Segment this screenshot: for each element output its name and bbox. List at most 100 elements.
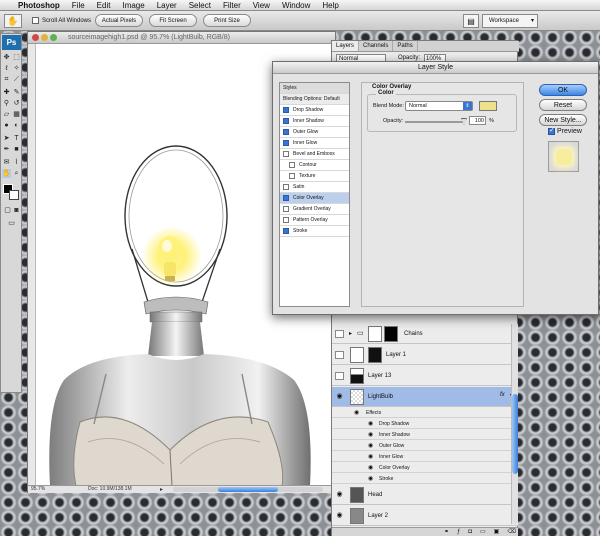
brush-tool-icon[interactable]: ✎ (12, 88, 21, 97)
gradient-tool-icon[interactable]: ▦ (12, 110, 21, 119)
eye-icon[interactable]: ◉ (368, 464, 373, 471)
hand-tool-preset-icon[interactable]: ✋ (4, 14, 22, 28)
style-item-inner-glow[interactable]: Inner Glow (280, 138, 349, 149)
checkbox[interactable] (283, 151, 289, 157)
zoom-tool-icon[interactable]: ⌕ (12, 169, 21, 178)
eyedropper-tool-icon[interactable]: ⌇ (12, 158, 21, 167)
workspace-button[interactable]: Workspace ▾ (482, 14, 538, 28)
layers-scrollbar[interactable] (511, 324, 518, 524)
horizontal-scrollbar[interactable] (173, 487, 323, 492)
eraser-tool-icon[interactable]: ▱ (2, 110, 11, 119)
menu-image[interactable]: Image (122, 1, 144, 10)
lasso-tool-icon[interactable]: ℓ (2, 64, 11, 73)
effect-row-color-overlay[interactable]: ◉ Color Overlay (332, 463, 518, 473)
checkbox-checked[interactable] (283, 228, 289, 234)
style-item-gradient-overlay[interactable]: Gradient Overlay (280, 204, 349, 215)
styles-header[interactable]: Styles (280, 83, 349, 94)
scroll-all-windows-checkbox[interactable] (32, 17, 39, 24)
opacity-input[interactable]: 100 (469, 116, 486, 125)
style-item-color-overlay[interactable]: Color Overlay (280, 193, 349, 204)
zoom-level[interactable]: 95.7% (31, 486, 45, 492)
eye-icon[interactable]: ◉ (354, 409, 359, 416)
menu-filter[interactable]: Filter (223, 1, 241, 10)
style-item-inner-shadow[interactable]: Inner Shadow (280, 116, 349, 127)
layers-scroll-thumb[interactable] (512, 394, 518, 474)
style-item-satin[interactable]: Satin (280, 182, 349, 193)
menu-app-name[interactable]: Photoshop (18, 1, 60, 10)
effect-row-inner-shadow[interactable]: ◉ Inner Shadow (332, 430, 518, 440)
eye-icon[interactable]: ◉ (368, 453, 373, 460)
layer-row-layer-2[interactable]: ◉ Layer 2 (332, 506, 518, 526)
new-style-button[interactable]: New Style... (539, 114, 587, 126)
visibility-toggle[interactable] (335, 329, 344, 338)
history-brush-tool-icon[interactable]: ↺ (12, 99, 21, 108)
checkbox[interactable] (289, 162, 295, 168)
pen-tool-icon[interactable]: ✒ (2, 145, 11, 154)
checkbox[interactable] (283, 217, 289, 223)
add-mask-icon[interactable]: ◘ (468, 528, 472, 536)
layer-row-layer-1[interactable]: Layer 1 (332, 345, 518, 365)
magic-wand-tool-icon[interactable]: ✧ (12, 64, 21, 73)
new-folder-icon[interactable]: ▭ (480, 528, 486, 536)
shape-tool-icon[interactable]: ■ (12, 145, 21, 154)
marquee-tool-icon[interactable]: ⬚ (12, 53, 21, 62)
opacity-slider-thumb[interactable] (461, 118, 467, 125)
menu-view[interactable]: View (253, 1, 270, 10)
style-item-drop-shadow[interactable]: Drop Shadow (280, 105, 349, 116)
ok-button[interactable]: OK (539, 84, 587, 96)
dock-icon[interactable]: ▤ (463, 14, 479, 28)
slice-tool-icon[interactable]: ⟋ (12, 75, 21, 84)
checkbox-checked[interactable] (283, 140, 289, 146)
reset-button[interactable]: Reset (539, 99, 587, 111)
menu-file[interactable]: File (72, 1, 85, 10)
eye-icon[interactable]: ◉ (335, 512, 344, 520)
trash-icon[interactable]: ⌫ (507, 528, 515, 536)
add-style-icon[interactable]: ƒ (457, 528, 460, 536)
eye-icon[interactable]: ◉ (368, 420, 373, 427)
status-arrow-icon[interactable]: ▸ (160, 486, 163, 493)
style-item-stroke[interactable]: Stroke (280, 226, 349, 237)
checkbox-checked[interactable] (283, 195, 289, 201)
tab-channels[interactable]: Channels (359, 41, 394, 51)
clone-stamp-tool-icon[interactable]: ⚲ (2, 99, 11, 108)
overlay-color-swatch[interactable] (479, 101, 497, 111)
checkbox[interactable] (283, 206, 289, 212)
checkbox-checked[interactable] (283, 118, 289, 124)
style-item-texture[interactable]: Texture (280, 171, 349, 182)
preview-checkbox[interactable] (548, 126, 555, 135)
blend-mode-select[interactable]: Normal ⇕ (405, 101, 473, 111)
style-item-pattern-overlay[interactable]: Pattern Overlay (280, 215, 349, 226)
layer-row-chains[interactable]: ▸ ▭ Chains (332, 324, 518, 344)
standard-mode-icon[interactable]: ▢ (3, 206, 12, 215)
layer-row-layer-13[interactable]: Layer 13 (332, 366, 518, 386)
effect-row-drop-shadow[interactable]: ◉ Drop Shadow (332, 419, 518, 429)
print-size-button[interactable]: Print Size (203, 14, 251, 27)
layer-row-head[interactable]: ◉ Head (332, 485, 518, 505)
fx-badge[interactable]: fx (500, 392, 505, 398)
eye-icon[interactable]: ◉ (335, 393, 344, 401)
fit-screen-button[interactable]: Fit Screen (149, 14, 197, 27)
menu-window[interactable]: Window (282, 1, 310, 10)
move-tool-icon[interactable]: ✥ (2, 53, 11, 62)
screen-mode-icon[interactable]: ▭ (7, 219, 16, 228)
type-tool-icon[interactable]: T (12, 134, 21, 143)
horizontal-scroll-thumb[interactable] (218, 487, 278, 492)
crop-tool-icon[interactable]: ⌗ (2, 75, 11, 84)
visibility-toggle[interactable] (335, 350, 344, 359)
menu-layer[interactable]: Layer (157, 1, 177, 10)
eye-icon[interactable]: ◉ (368, 475, 373, 482)
path-selection-tool-icon[interactable]: ➤ (2, 134, 11, 143)
dodge-tool-icon[interactable]: ◐ (12, 121, 21, 130)
style-item-outer-glow[interactable]: Outer Glow (280, 127, 349, 138)
actual-pixels-button[interactable]: Actual Pixels (95, 14, 143, 27)
background-color-swatch[interactable] (9, 190, 19, 200)
effect-row-outer-glow[interactable]: ◉ Outer Glow (332, 441, 518, 451)
eye-icon[interactable]: ◉ (335, 491, 344, 499)
visibility-toggle[interactable] (335, 371, 344, 380)
effect-row-stroke[interactable]: ◉ Stroke (332, 474, 518, 484)
eye-icon[interactable]: ◉ (368, 431, 373, 438)
menu-edit[interactable]: Edit (97, 1, 111, 10)
minimize-icon[interactable] (41, 34, 48, 41)
close-icon[interactable] (32, 34, 39, 41)
menu-select[interactable]: Select (189, 1, 211, 10)
